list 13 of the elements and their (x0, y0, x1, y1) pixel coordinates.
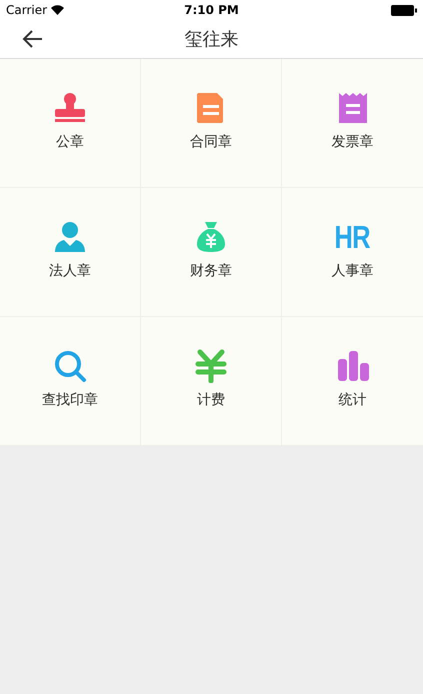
menu-tile[interactable]: 计费 (141, 317, 282, 446)
menu-tile[interactable]: 公章 (0, 59, 141, 188)
menu-tile[interactable]: 财务章 (141, 188, 282, 317)
wifi-icon (51, 5, 64, 15)
menu-tile[interactable]: 查找印章 (0, 317, 141, 446)
back-button[interactable] (22, 28, 44, 50)
clock: 7:10 PM (184, 3, 239, 17)
battery-icon (391, 4, 417, 16)
hr-icon: HR (334, 220, 370, 254)
carrier-label: Carrier (6, 3, 48, 17)
menu-tile[interactable]: 法人章 (0, 188, 141, 317)
menu-tile[interactable]: 合同章 (141, 59, 282, 188)
page-title: 玺往来 (184, 28, 240, 51)
